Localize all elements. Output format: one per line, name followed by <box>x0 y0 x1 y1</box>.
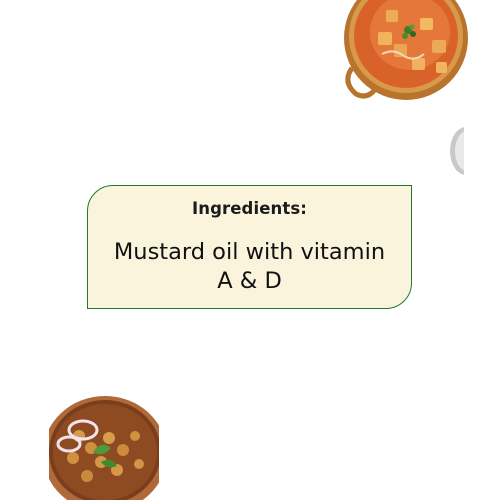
ingredients-heading: Ingredients: <box>192 199 307 218</box>
paneer-curry-image <box>344 0 468 100</box>
ingredients-card: Ingredients: Mustard oil with vitamin A … <box>87 185 412 309</box>
ingredients-text: Mustard oil with vitamin A & D <box>96 238 403 296</box>
ingredients-line-2: A & D <box>217 268 282 294</box>
side-bowl-image <box>450 127 464 175</box>
ingredients-line-1: Mustard oil with vitamin <box>113 239 386 265</box>
chole-image <box>49 396 159 500</box>
product-info-panel: Ingredients: Mustard oil with vitamin A … <box>0 0 500 500</box>
